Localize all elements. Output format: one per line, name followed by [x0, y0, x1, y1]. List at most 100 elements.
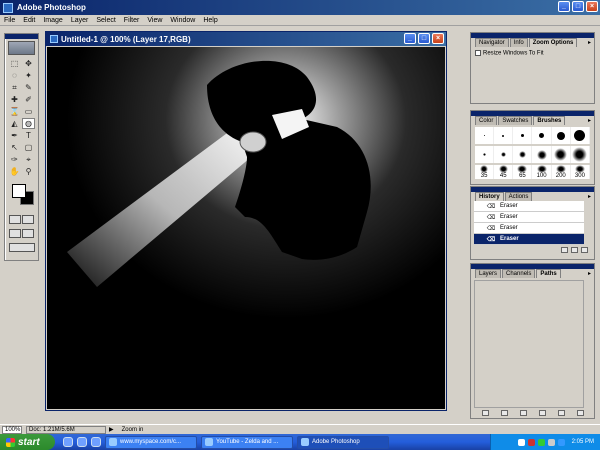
path-select-tool-icon[interactable]: ↖	[8, 142, 21, 153]
doc-maximize-button[interactable]: □	[418, 33, 430, 44]
history-item[interactable]: ⌫ Eraser	[474, 223, 584, 234]
paths-list[interactable]	[474, 280, 584, 408]
menu-image[interactable]: Image	[39, 17, 66, 24]
standard-mode-icon[interactable]	[8, 215, 21, 224]
history-item[interactable]: ⌫ Eraser	[474, 212, 584, 223]
tab-history[interactable]: History	[475, 192, 504, 201]
menu-help[interactable]: Help	[199, 17, 221, 24]
document-title-bar[interactable]: Untitled-1 @ 100% (Layer 17,RGB) _ □ ×	[46, 32, 446, 46]
zoom-tool-icon[interactable]: ⚲	[22, 166, 35, 177]
brush-preset[interactable]: 35	[475, 165, 495, 179]
tab-channels[interactable]: Channels	[502, 269, 536, 278]
pen-tool-icon[interactable]: ✒	[8, 130, 21, 141]
screen-mode-full-icon[interactable]	[22, 229, 35, 238]
help-icon[interactable]	[517, 438, 525, 446]
type-tool-icon[interactable]: T	[22, 130, 35, 141]
healing-tool-icon[interactable]: ✚	[8, 94, 21, 105]
menu-select[interactable]: Select	[92, 17, 119, 24]
resize-windows-checkbox[interactable]	[475, 50, 481, 56]
tab-brushes[interactable]: Brushes	[533, 116, 566, 125]
menu-view[interactable]: View	[143, 17, 166, 24]
task-photoshop[interactable]: Adobe Photoshop	[297, 435, 389, 449]
clock[interactable]: 2:05 PM	[572, 439, 594, 445]
brush-preset[interactable]: 45	[494, 165, 514, 179]
dodge-tool-icon[interactable]: ◍	[22, 118, 35, 129]
make-path-icon[interactable]	[538, 409, 546, 416]
tab-color[interactable]: Color	[475, 116, 498, 125]
brush-preset[interactable]	[494, 127, 514, 144]
task-youtube[interactable]: YouTube - Zelda and ...	[201, 435, 293, 449]
gradient-tool-icon[interactable]: ◭	[8, 118, 21, 129]
volume-icon[interactable]	[547, 438, 555, 446]
brush-preset[interactable]	[513, 146, 533, 163]
history-item-selected[interactable]: ⌫ Eraser	[474, 234, 584, 245]
tab-paths[interactable]: Paths	[536, 269, 561, 278]
quick-mask-mode-icon[interactable]	[22, 215, 35, 224]
marquee-tool-icon[interactable]: ⬚	[8, 58, 21, 69]
slice-tool-icon[interactable]: ✎	[22, 82, 35, 93]
image-canvas[interactable]	[47, 47, 445, 409]
fill-path-icon[interactable]	[481, 409, 489, 416]
trash-icon[interactable]	[581, 246, 588, 253]
messenger-icon[interactable]	[557, 438, 565, 446]
notes-tool-icon[interactable]: ✑	[8, 154, 21, 165]
history-item[interactable]: ⌫ Eraser	[474, 201, 584, 212]
stroke-path-icon[interactable]	[500, 409, 508, 416]
screen-mode-standard-icon[interactable]	[8, 229, 21, 238]
brush-preset[interactable]	[532, 146, 552, 163]
palette-menu-icon[interactable]: ▸	[588, 117, 591, 124]
eraser-tool-icon[interactable]: ▭	[22, 106, 35, 117]
brush-preset[interactable]	[513, 127, 533, 144]
lasso-tool-icon[interactable]: ◌	[8, 70, 21, 81]
palette-menu-icon[interactable]: ▸	[588, 270, 591, 277]
desktop-icon[interactable]	[77, 437, 87, 447]
doc-minimize-button[interactable]: _	[404, 33, 416, 44]
brush-preset[interactable]	[475, 146, 495, 163]
brush-preset[interactable]: 100	[532, 165, 552, 179]
foreground-color[interactable]	[12, 184, 26, 198]
minimize-button[interactable]: _	[558, 1, 570, 12]
shape-tool-icon[interactable]: ▢	[22, 142, 35, 153]
toolbox-logo[interactable]	[8, 41, 35, 55]
tab-zoom-options[interactable]: Zoom Options	[528, 38, 578, 47]
media-icon[interactable]	[91, 437, 101, 447]
menu-layer[interactable]: Layer	[67, 17, 93, 24]
task-myspace[interactable]: www.myspace.com/c...	[105, 435, 197, 449]
menu-file[interactable]: File	[0, 17, 19, 24]
play-arrow-icon[interactable]: ▶	[109, 426, 114, 433]
network-icon[interactable]	[537, 438, 545, 446]
magic-wand-tool-icon[interactable]: ✦	[22, 70, 35, 81]
toolbox-handle[interactable]	[5, 34, 38, 39]
document-size-info[interactable]: Doc: 1.21M/5.6M	[26, 425, 106, 434]
brush-preset[interactable]: 65	[513, 165, 533, 179]
brush-preset[interactable]	[532, 127, 552, 144]
hand-tool-icon[interactable]: ✋	[8, 166, 21, 177]
brush-preset[interactable]	[551, 146, 571, 163]
close-button[interactable]: ×	[586, 1, 598, 12]
brush-preset[interactable]	[494, 146, 514, 163]
ie-icon[interactable]	[63, 437, 73, 447]
palette-menu-icon[interactable]: ▸	[588, 39, 591, 46]
tab-info[interactable]: Info	[509, 38, 528, 47]
new-path-icon[interactable]	[557, 409, 565, 416]
tab-actions[interactable]: Actions	[504, 192, 533, 201]
new-document-icon[interactable]	[561, 246, 568, 253]
brush-preset[interactable]	[570, 127, 590, 144]
menu-edit[interactable]: Edit	[19, 17, 39, 24]
brush-preset[interactable]: 300	[570, 165, 590, 179]
history-brush-tool-icon[interactable]: ⌛	[8, 106, 21, 117]
menu-window[interactable]: Window	[166, 17, 199, 24]
new-snapshot-icon[interactable]	[571, 246, 578, 253]
maximize-button[interactable]: □	[572, 1, 584, 12]
move-tool-icon[interactable]: ✥	[22, 58, 35, 69]
brush-preset[interactable]	[475, 127, 495, 144]
palette-menu-icon[interactable]: ▸	[588, 193, 591, 200]
doc-close-button[interactable]: ×	[432, 33, 444, 44]
menu-filter[interactable]: Filter	[120, 17, 144, 24]
brush-preset[interactable]: 200	[551, 165, 571, 179]
start-button[interactable]: start	[0, 434, 55, 450]
zoom-level-field[interactable]: 100%	[2, 425, 22, 434]
brush-preset[interactable]	[551, 127, 571, 144]
brush-tool-icon[interactable]: ✐	[22, 94, 35, 105]
brush-preset[interactable]	[570, 146, 590, 163]
